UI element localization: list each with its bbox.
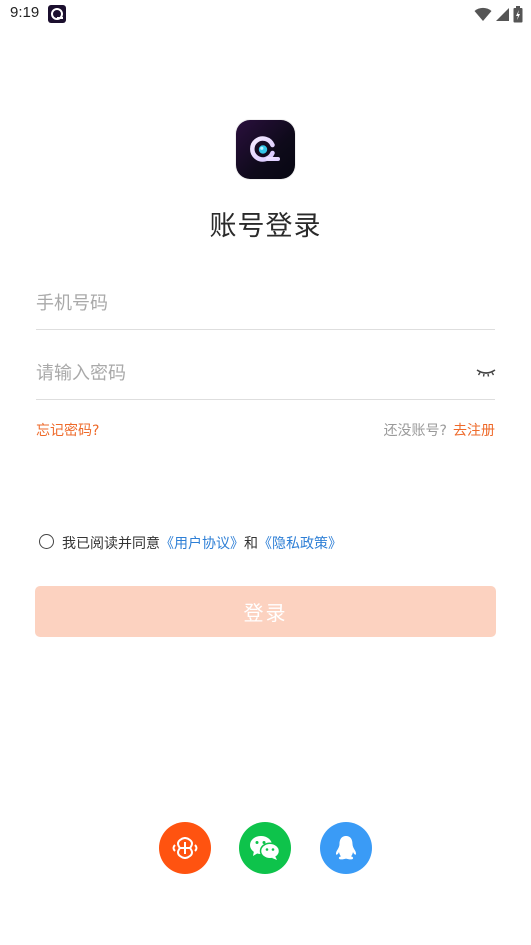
password-input-underline — [36, 399, 495, 400]
qq-icon — [336, 836, 356, 860]
register-link[interactable]: 去注册 — [453, 420, 495, 440]
wechat-login-button[interactable] — [239, 822, 291, 874]
signal-icon — [496, 7, 509, 21]
agreement-prefix: 我已阅读并同意 — [62, 536, 160, 552]
agreement-text: 我已阅读并同意《用户协议》和《隐私政策》 — [62, 533, 342, 553]
no-account-label: 还没账号? — [383, 423, 447, 439]
china-unicom-icon — [172, 837, 198, 859]
privacy-policy-link[interactable]: 《隐私政策》 — [258, 536, 342, 552]
china-unicom-login-button[interactable] — [159, 822, 211, 874]
phone-input-underline — [36, 329, 495, 330]
eye-closed-icon[interactable] — [476, 366, 496, 380]
login-button[interactable]: 登录 — [35, 586, 496, 637]
battery-icon — [513, 5, 523, 22]
wechat-icon — [250, 836, 281, 860]
status-icons — [474, 5, 523, 23]
agreement-checkbox[interactable] — [39, 534, 54, 549]
agreement-and: 和 — [244, 536, 258, 552]
forgot-password-link[interactable]: 忘记密码? — [36, 420, 99, 440]
app-logo-icon — [236, 120, 295, 179]
wifi-icon — [474, 7, 492, 21]
qq-login-button[interactable] — [320, 822, 372, 874]
user-agreement-link[interactable]: 《用户协议》 — [160, 536, 244, 552]
password-input[interactable] — [36, 351, 466, 395]
status-time: 9:19 — [10, 4, 40, 21]
page-title: 账号登录 — [209, 211, 322, 242]
app-notification-icon — [48, 5, 66, 23]
phone-number-input[interactable] — [36, 281, 495, 325]
